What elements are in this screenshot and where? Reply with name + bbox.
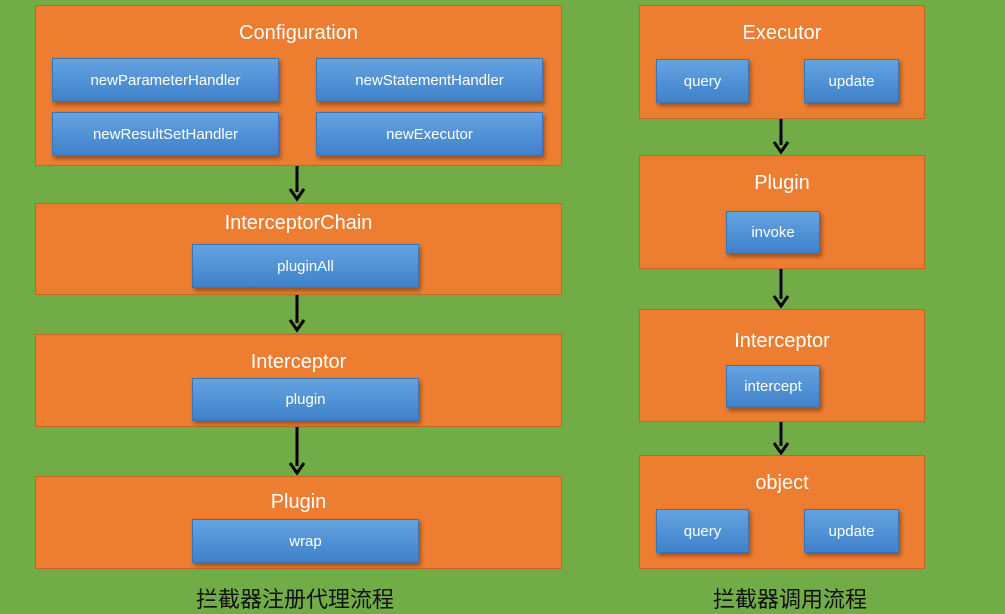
arrow-configuration-to-chain — [288, 166, 306, 202]
executor-title: Executor — [742, 22, 822, 44]
invoke-method[interactable]: invoke — [726, 211, 820, 254]
executor-query-method[interactable]: query — [656, 59, 749, 103]
new-result-set-handler-method[interactable]: newResultSetHandler — [52, 112, 279, 156]
executor-box: Executor query update — [639, 5, 925, 119]
interceptor-box: Interceptor plugin — [35, 334, 562, 427]
interceptor-title: Interceptor — [250, 351, 347, 373]
configuration-box: Configuration newParameterHandler newSta… — [35, 5, 562, 166]
object-title: object — [755, 472, 809, 494]
executor-update-method[interactable]: update — [804, 59, 899, 103]
right-plugin-title: Plugin — [754, 172, 810, 194]
object-update-method[interactable]: update — [804, 509, 899, 553]
arrow-executor-to-plugin — [772, 119, 790, 155]
interceptor-chain-box: InterceptorChain pluginAll — [35, 203, 562, 295]
plugin-all-method[interactable]: pluginAll — [192, 244, 419, 288]
right-interceptor-box: Interceptor intercept — [639, 309, 925, 422]
left-flow-caption: 拦截器注册代理流程 — [195, 588, 394, 613]
new-statement-handler-method[interactable]: newStatementHandler — [316, 58, 543, 102]
intercept-method[interactable]: intercept — [726, 365, 820, 408]
new-executor-method[interactable]: newExecutor — [316, 112, 543, 156]
wrap-method[interactable]: wrap — [192, 519, 419, 563]
right-flow-caption: 拦截器调用流程 — [712, 588, 867, 613]
new-parameter-handler-method[interactable]: newParameterHandler — [52, 58, 279, 102]
interceptor-chain-title: InterceptorChain — [224, 212, 373, 234]
configuration-title: Configuration — [239, 22, 358, 44]
object-query-method[interactable]: query — [656, 509, 749, 553]
right-plugin-box: Plugin invoke — [639, 155, 925, 269]
arrow-chain-to-interceptor — [288, 295, 306, 333]
arrow-interceptor-to-object — [772, 422, 790, 456]
right-interceptor-title: Interceptor — [734, 330, 830, 352]
plugin-box: Plugin wrap — [35, 476, 562, 569]
plugin-title: Plugin — [270, 491, 327, 513]
plugin-method[interactable]: plugin — [192, 378, 419, 421]
arrow-interceptor-to-plugin — [288, 427, 306, 476]
arrow-plugin-to-interceptor — [772, 269, 790, 309]
object-box: object query update — [639, 455, 925, 569]
